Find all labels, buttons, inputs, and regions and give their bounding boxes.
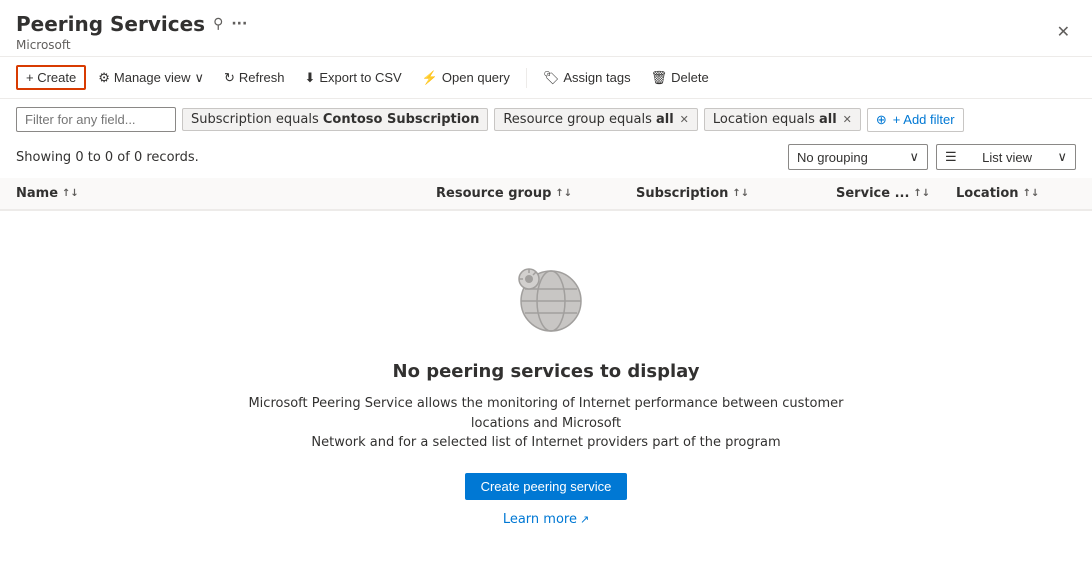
table-header: Name ↑↓ Resource group ↑↓ Subscription ↑… — [0, 178, 1092, 211]
col-name: Name ↑↓ — [16, 186, 436, 201]
filter-tag-location: Location equals all ✕ — [704, 108, 861, 131]
refresh-button[interactable]: ↻ Refresh — [216, 66, 292, 90]
grouping-chevron-icon: ∨ — [909, 149, 919, 165]
remove-resource-group-filter[interactable]: ✕ — [680, 113, 689, 126]
rg-sort-icon[interactable]: ↑↓ — [555, 188, 572, 199]
view-dropdown[interactable]: ☰ List view ∨ — [936, 144, 1076, 170]
external-link-icon: ↗ — [580, 513, 589, 526]
create-button[interactable]: + Create — [16, 65, 86, 90]
filter-tag-resource-group: Resource group equals all ✕ — [494, 108, 698, 131]
remove-location-filter[interactable]: ✕ — [843, 113, 852, 126]
view-chevron-icon: ∨ — [1057, 149, 1067, 165]
name-sort-icon[interactable]: ↑↓ — [62, 188, 79, 199]
page-title: Peering Services — [16, 12, 205, 36]
chevron-down-icon: ∨ — [195, 70, 205, 86]
delete-button[interactable]: 🗑 Delete — [643, 66, 717, 90]
list-view-icon: ☰ — [945, 149, 957, 165]
col-subscription: Subscription ↑↓ — [636, 186, 836, 201]
loc-sort-icon[interactable]: ↑↓ — [1023, 188, 1040, 199]
create-peering-service-button[interactable]: Create peering service — [465, 473, 628, 500]
add-filter-button[interactable]: ⊕ + Add filter — [867, 108, 964, 132]
toolbar-divider — [526, 68, 527, 88]
tag-icon: 🏷 — [543, 70, 560, 86]
toolbar: + Create ⚙ Manage view ∨ ↻ Refresh ⬇ Exp… — [0, 57, 1092, 99]
svc-sort-icon[interactable]: ↑↓ — [913, 188, 930, 199]
empty-description: Microsoft Peering Service allows the mon… — [246, 394, 846, 453]
manage-view-button[interactable]: ⚙ Manage view ∨ — [90, 66, 212, 90]
refresh-icon: ↻ — [224, 70, 235, 86]
pin-icon[interactable]: ⚲ — [213, 16, 223, 32]
panel-subtitle: Microsoft — [16, 38, 247, 52]
query-icon: ⚡ — [422, 70, 438, 86]
col-service: Service ... ↑↓ — [836, 186, 956, 201]
title-area: Peering Services ⚲ ··· Microsoft — [16, 12, 247, 52]
col-location: Location ↑↓ — [956, 186, 1076, 201]
globe-icon — [501, 251, 591, 341]
export-icon: ⬇ — [304, 70, 315, 86]
filter-bar: Subscription equals Contoso Subscription… — [0, 99, 1092, 140]
results-count: Showing 0 to 0 of 0 records. — [16, 150, 199, 165]
panel-header: Peering Services ⚲ ··· Microsoft ✕ — [0, 0, 1092, 57]
open-query-button[interactable]: ⚡ Open query — [414, 66, 518, 90]
plus-filter-icon: ⊕ — [876, 112, 887, 128]
gear-icon: ⚙ — [98, 70, 110, 86]
view-controls: No grouping ∨ ☰ List view ∨ — [788, 144, 1076, 170]
delete-icon: 🗑 — [651, 70, 668, 86]
learn-more-link[interactable]: Learn more ↗ — [503, 512, 589, 527]
assign-tags-button[interactable]: 🏷 Assign tags — [535, 66, 639, 90]
sub-sort-icon[interactable]: ↑↓ — [732, 188, 749, 199]
results-bar: Showing 0 to 0 of 0 records. No grouping… — [0, 140, 1092, 178]
close-button[interactable]: ✕ — [1051, 20, 1076, 44]
filter-tag-subscription: Subscription equals Contoso Subscription — [182, 108, 488, 131]
empty-state: No peering services to display Microsoft… — [0, 211, 1092, 567]
grouping-dropdown[interactable]: No grouping ∨ — [788, 144, 928, 170]
export-button[interactable]: ⬇ Export to CSV — [296, 66, 409, 90]
ellipsis-icon[interactable]: ··· — [231, 16, 247, 32]
col-resource-group: Resource group ↑↓ — [436, 186, 636, 201]
filter-input[interactable] — [16, 107, 176, 132]
empty-title: No peering services to display — [393, 361, 700, 382]
